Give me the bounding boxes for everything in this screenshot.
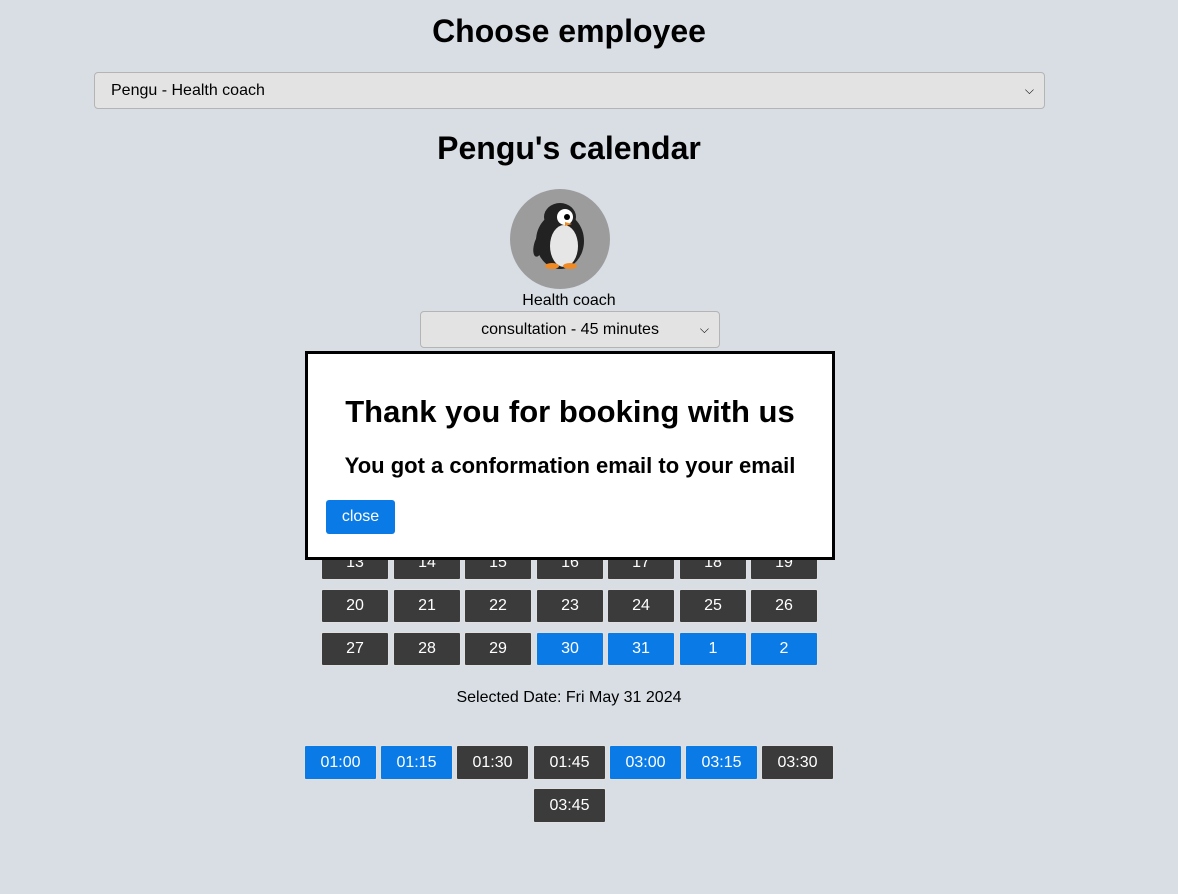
selected-date: Selected Date: Fri May 31 2024	[456, 689, 682, 706]
employee-role: Health coach	[522, 292, 616, 309]
calendar-day[interactable]: 29	[464, 632, 532, 666]
time-slot[interactable]: 01:00	[304, 745, 377, 780]
calendar-title: Pengu's calendar	[437, 130, 701, 166]
modal-heading: Thank you for booking with us	[345, 394, 795, 429]
chevron-down-icon: ⌵	[699, 322, 709, 336]
calendar-day[interactable]: 27	[321, 632, 389, 666]
calendar-day[interactable]: 30	[536, 632, 604, 666]
calendar-day[interactable]: 25	[679, 589, 747, 623]
calendar-day[interactable]: 26	[750, 589, 818, 623]
time-slot[interactable]: 01:15	[380, 745, 453, 780]
calendar-day[interactable]: 22	[464, 589, 532, 623]
penguin-icon	[533, 203, 584, 269]
calendar-day[interactable]: 23	[536, 589, 604, 623]
chevron-down-icon: ⌵	[1024, 83, 1034, 97]
time-slot[interactable]: 03:30	[761, 745, 834, 780]
time-slot[interactable]: 03:15	[685, 745, 758, 780]
calendar-day[interactable]: 31	[607, 632, 675, 666]
avatar	[510, 189, 610, 289]
service-select[interactable]: consultation - 45 minutes ⌵	[420, 311, 720, 348]
time-slot[interactable]: 01:45	[533, 745, 606, 780]
calendar-day[interactable]: 2	[750, 632, 818, 666]
calendar-day[interactable]: 1	[679, 632, 747, 666]
calendar-day[interactable]: 20	[321, 589, 389, 623]
page-title: Choose employee	[432, 13, 706, 49]
modal-subheading: You got a conformation email to your ema…	[344, 453, 796, 478]
employee-select-value: Pengu - Health coach	[111, 81, 265, 99]
booking-confirmation-modal: Thank you for booking with us You got a …	[305, 351, 835, 560]
service-select-value: consultation - 45 minutes	[481, 320, 659, 338]
time-slot[interactable]: 03:45	[533, 788, 606, 823]
close-button[interactable]: close	[326, 500, 395, 534]
calendar-day[interactable]: 21	[393, 589, 461, 623]
time-slot[interactable]: 03:00	[609, 745, 682, 780]
employee-select[interactable]: Pengu - Health coach ⌵	[94, 72, 1045, 109]
calendar-day[interactable]: 28	[393, 632, 461, 666]
calendar-day[interactable]: 24	[607, 589, 675, 623]
time-slot[interactable]: 01:30	[456, 745, 529, 780]
